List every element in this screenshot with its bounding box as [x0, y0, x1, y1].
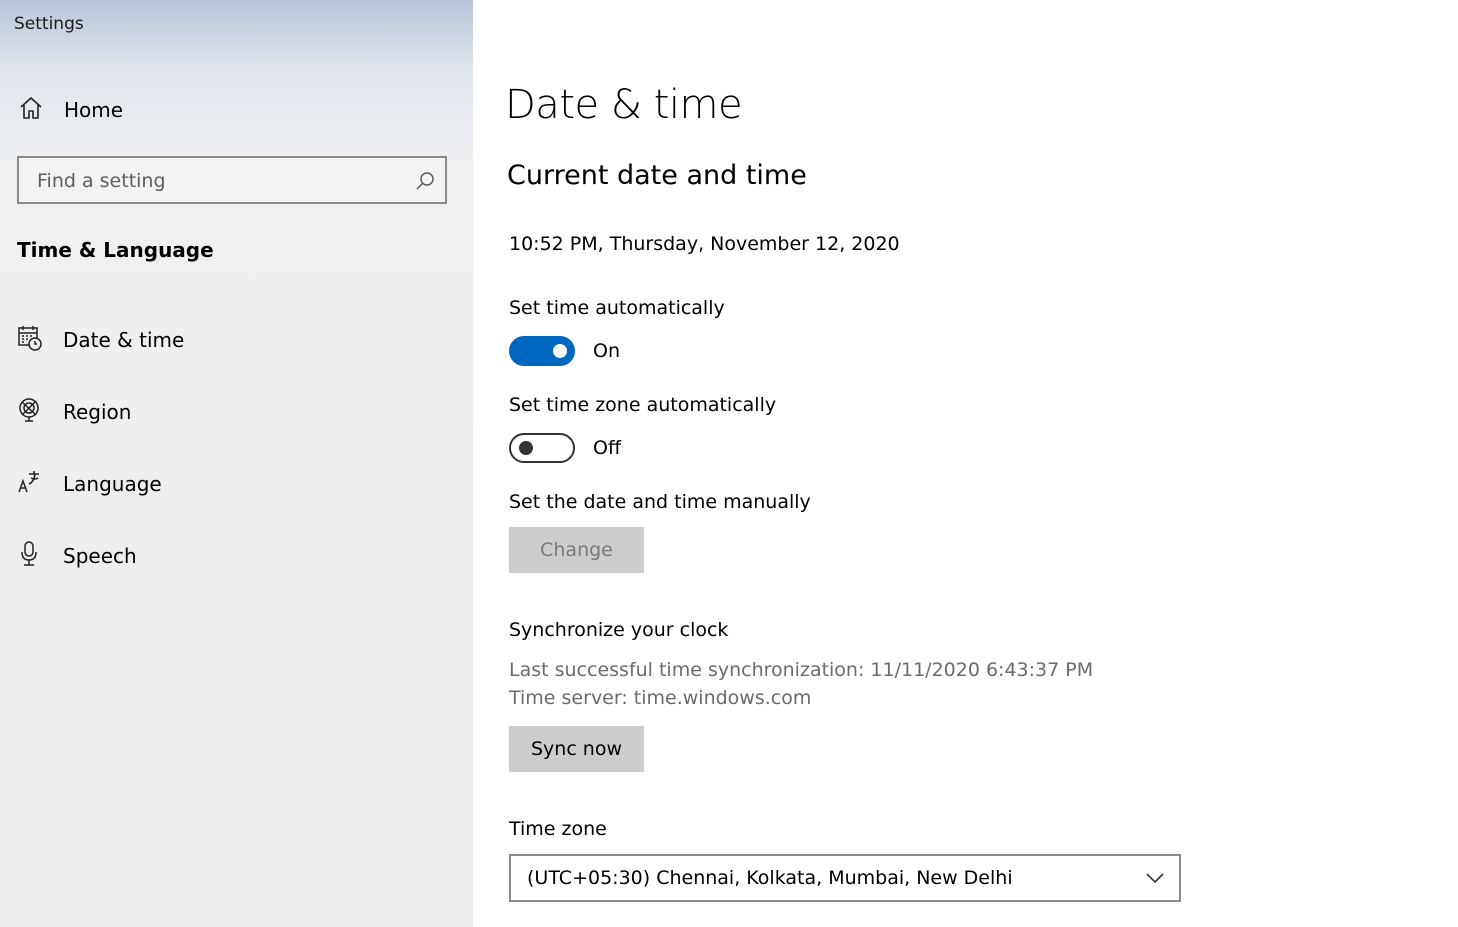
change-button[interactable]: Change [509, 527, 644, 573]
search-box[interactable] [17, 156, 447, 204]
sidebar-item-region[interactable]: Region [17, 396, 131, 428]
set-timezone-auto-toggle[interactable] [509, 433, 575, 463]
toggle-knob [553, 344, 567, 358]
search-icon[interactable] [415, 171, 435, 195]
home-nav-item[interactable]: Home [18, 95, 123, 125]
set-time-auto-toggle[interactable] [509, 336, 575, 366]
timezone-label: Time zone [509, 818, 607, 840]
sync-now-button[interactable]: Sync now [509, 726, 644, 772]
set-time-auto-row: On [509, 336, 620, 366]
home-icon [18, 95, 44, 125]
search-input[interactable] [35, 158, 409, 204]
sidebar-item-label: Speech [63, 544, 137, 568]
sidebar: Settings Home Time & Language Date & tim… [0, 0, 473, 927]
toggle-state-label: Off [593, 437, 622, 459]
microphone-icon [17, 540, 43, 572]
set-time-auto-label: Set time automatically [509, 297, 725, 319]
language-icon [17, 468, 43, 500]
timezone-value: (UTC+05:30) Chennai, Kolkata, Mumbai, Ne… [527, 867, 1013, 889]
sync-label: Synchronize your clock [509, 619, 729, 641]
toggle-state-label: On [593, 340, 620, 362]
sidebar-item-speech[interactable]: Speech [17, 540, 137, 572]
calendar-clock-icon [17, 324, 43, 356]
last-sync-text: Last successful time synchronization: 11… [509, 659, 1094, 681]
time-server-text: Time server: time.windows.com [509, 687, 812, 709]
app-title: Settings [14, 14, 84, 34]
section-heading: Current date and time [507, 160, 807, 191]
sidebar-item-label: Region [63, 400, 132, 424]
manual-label: Set the date and time manually [509, 491, 811, 513]
current-datetime: 10:52 PM, Thursday, November 12, 2020 [509, 233, 900, 255]
sidebar-item-label: Language [63, 472, 162, 496]
sidebar-item-label: Date & time [63, 328, 185, 352]
main-content: Date & time Current date and time 10:52 … [473, 0, 1458, 927]
set-timezone-auto-row: Off [509, 433, 621, 463]
toggle-knob [519, 441, 533, 455]
set-timezone-auto-label: Set time zone automatically [509, 394, 777, 416]
chevron-down-icon [1145, 870, 1165, 889]
page-title: Date & time [505, 82, 743, 128]
sidebar-item-language[interactable]: Language [17, 468, 162, 500]
globe-icon [17, 396, 43, 428]
section-title: Time & Language [17, 238, 214, 262]
sidebar-item-date-time[interactable]: Date & time [17, 324, 184, 356]
timezone-dropdown[interactable]: (UTC+05:30) Chennai, Kolkata, Mumbai, Ne… [509, 854, 1181, 902]
home-label: Home [64, 98, 124, 122]
